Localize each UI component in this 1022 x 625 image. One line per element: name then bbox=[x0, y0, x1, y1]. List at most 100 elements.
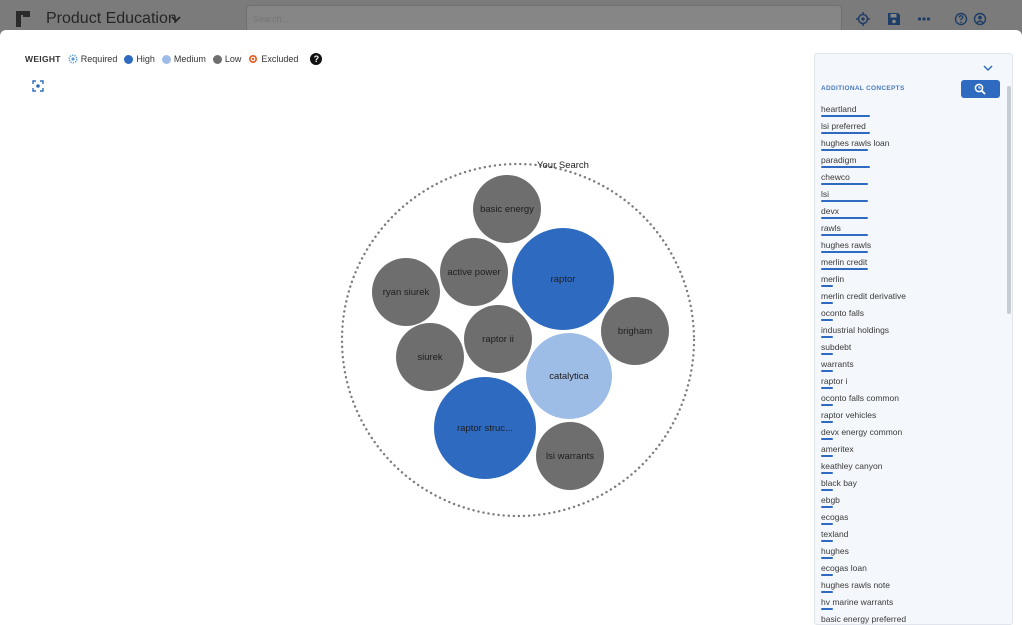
concept-label: chewco bbox=[821, 172, 850, 182]
legend-item-excluded: Excluded bbox=[248, 54, 298, 64]
bubble-label: raptor bbox=[551, 274, 576, 285]
concept-label: ecogas loan bbox=[821, 563, 867, 573]
concept-item[interactable]: ebgb bbox=[821, 491, 996, 508]
concept-item[interactable]: subdebt bbox=[821, 338, 996, 355]
concept-label: keathley canyon bbox=[821, 461, 883, 471]
concept-item[interactable]: ecogas bbox=[821, 508, 996, 525]
concept-item[interactable]: industrial holdings bbox=[821, 321, 996, 338]
concept-item[interactable]: hughes bbox=[821, 542, 996, 559]
concept-label: devx energy common bbox=[821, 427, 903, 437]
legend-item-required: Required bbox=[68, 54, 118, 64]
excluded-icon bbox=[249, 55, 258, 63]
concept-label: merlin credit bbox=[821, 257, 868, 267]
more-options-icon[interactable] bbox=[917, 12, 931, 26]
concept-item[interactable]: devx energy common bbox=[821, 423, 996, 440]
bubble-label: catalytica bbox=[549, 371, 589, 382]
concept-item[interactable]: chewco bbox=[821, 168, 996, 185]
concept-label: lsi bbox=[821, 189, 830, 199]
concept-item[interactable]: oconto falls common bbox=[821, 389, 996, 406]
concept-list: heartland lsi preferred hughes rawls loan p… bbox=[821, 100, 996, 624]
concept-item[interactable]: hughes rawls loan bbox=[821, 134, 996, 151]
target-icon[interactable] bbox=[856, 12, 870, 26]
concept-item[interactable]: oconto falls bbox=[821, 304, 996, 321]
concept-label: paradigm bbox=[821, 155, 857, 165]
concept-item[interactable]: heartland bbox=[821, 100, 996, 117]
concept-label: ecogas bbox=[821, 512, 849, 522]
concept-item[interactable]: warrants bbox=[821, 355, 996, 372]
concept-label: devx bbox=[821, 206, 839, 216]
concept-item[interactable]: merlin credit bbox=[821, 253, 996, 270]
bubble[interactable]: ryan siurek bbox=[372, 258, 440, 326]
concept-item[interactable]: black bay bbox=[821, 474, 996, 491]
concept-label: hughes rawls loan bbox=[821, 138, 890, 148]
concept-label: texland bbox=[821, 529, 849, 539]
bubble[interactable]: brigham bbox=[601, 297, 669, 365]
concept-label: lsi preferred bbox=[821, 121, 866, 131]
concept-item[interactable]: ecogas loan bbox=[821, 559, 996, 576]
concept-item[interactable]: raptor i bbox=[821, 372, 996, 389]
concept-item[interactable]: basic energy preferred bbox=[821, 610, 996, 624]
concept-item[interactable]: raptor vehicles bbox=[821, 406, 996, 423]
bubble-label: raptor ii bbox=[482, 334, 514, 345]
focus-frame-icon[interactable] bbox=[32, 80, 44, 92]
app-title[interactable]: Product Education bbox=[46, 10, 177, 28]
concept-item[interactable]: merlin credit derivative bbox=[821, 287, 996, 304]
legend-item-low: Low bbox=[212, 54, 242, 64]
bubble[interactable]: raptor ii bbox=[464, 305, 532, 373]
save-icon[interactable] bbox=[887, 12, 901, 26]
concept-label: ebgb bbox=[821, 495, 840, 505]
concept-item[interactable]: hv marine warrants bbox=[821, 593, 996, 610]
concept-label: raptor i bbox=[821, 376, 848, 386]
concept-label: hv marine warrants bbox=[821, 597, 894, 607]
required-icon bbox=[68, 54, 78, 64]
concept-item[interactable]: ameritex bbox=[821, 440, 996, 457]
bubble[interactable]: raptor bbox=[512, 228, 614, 330]
concept-label: warrants bbox=[821, 359, 854, 369]
concept-label: basic energy preferred bbox=[821, 614, 907, 624]
help-circle-icon[interactable] bbox=[954, 12, 968, 26]
concept-search-button[interactable] bbox=[961, 80, 1000, 98]
panel-scrollbar[interactable] bbox=[1007, 86, 1011, 314]
legend-label: Low bbox=[224, 54, 242, 64]
concept-item[interactable]: lsi bbox=[821, 185, 996, 202]
bubble[interactable]: basic energy bbox=[473, 175, 541, 243]
concept-label: oconto falls bbox=[821, 308, 864, 318]
concept-item[interactable]: hughes rawls bbox=[821, 236, 996, 253]
bubble-label: raptor struc... bbox=[457, 423, 513, 434]
legend-label: Medium bbox=[173, 54, 206, 64]
bubble[interactable]: catalytica bbox=[526, 333, 612, 419]
legend-item-medium: Medium bbox=[161, 54, 206, 64]
medium-dot-icon bbox=[161, 54, 171, 64]
bubble-label: brigham bbox=[618, 326, 652, 337]
legend-label: Required bbox=[80, 54, 118, 64]
concept-label: hughes bbox=[821, 546, 849, 556]
chevron-down-icon[interactable] bbox=[170, 13, 182, 25]
concept-item[interactable]: devx bbox=[821, 202, 996, 219]
concept-item[interactable]: lsi preferred bbox=[821, 117, 996, 134]
concept-item[interactable]: rawls bbox=[821, 219, 996, 236]
bubble[interactable]: active power bbox=[440, 238, 508, 306]
user-avatar-icon[interactable] bbox=[973, 12, 987, 26]
legend-help-icon[interactable]: ? bbox=[310, 53, 323, 65]
concept-label: subdebt bbox=[821, 342, 852, 352]
chevron-down-icon[interactable] bbox=[982, 63, 994, 73]
bubble[interactable]: raptor struc... bbox=[434, 377, 536, 479]
concept-item[interactable]: hughes rawls note bbox=[821, 576, 996, 593]
high-dot-icon bbox=[124, 54, 134, 64]
app-logo[interactable] bbox=[14, 9, 32, 29]
concept-item[interactable]: keathley canyon bbox=[821, 457, 996, 474]
legend-item-high: High bbox=[124, 54, 155, 64]
bubble[interactable]: siurek bbox=[396, 323, 464, 391]
concept-item[interactable]: paradigm bbox=[821, 151, 996, 168]
weight-legend: WEIGHT Required High Medium Low Excluded… bbox=[25, 52, 323, 66]
concept-label: hughes rawls note bbox=[821, 580, 890, 590]
bubble-label: active power bbox=[447, 267, 500, 278]
concept-item[interactable]: merlin bbox=[821, 270, 996, 287]
concept-item[interactable]: texland bbox=[821, 525, 996, 542]
bubble-label: siurek bbox=[417, 352, 443, 363]
concept-map-modal: WEIGHT Required High Medium Low Excluded… bbox=[0, 30, 1022, 625]
search-input[interactable] bbox=[246, 5, 842, 33]
search-bubble-chart: Your Search basic energy raptor active p… bbox=[340, 160, 696, 518]
concept-label: black bay bbox=[821, 478, 857, 488]
bubble[interactable]: lsi warrants bbox=[536, 422, 604, 490]
